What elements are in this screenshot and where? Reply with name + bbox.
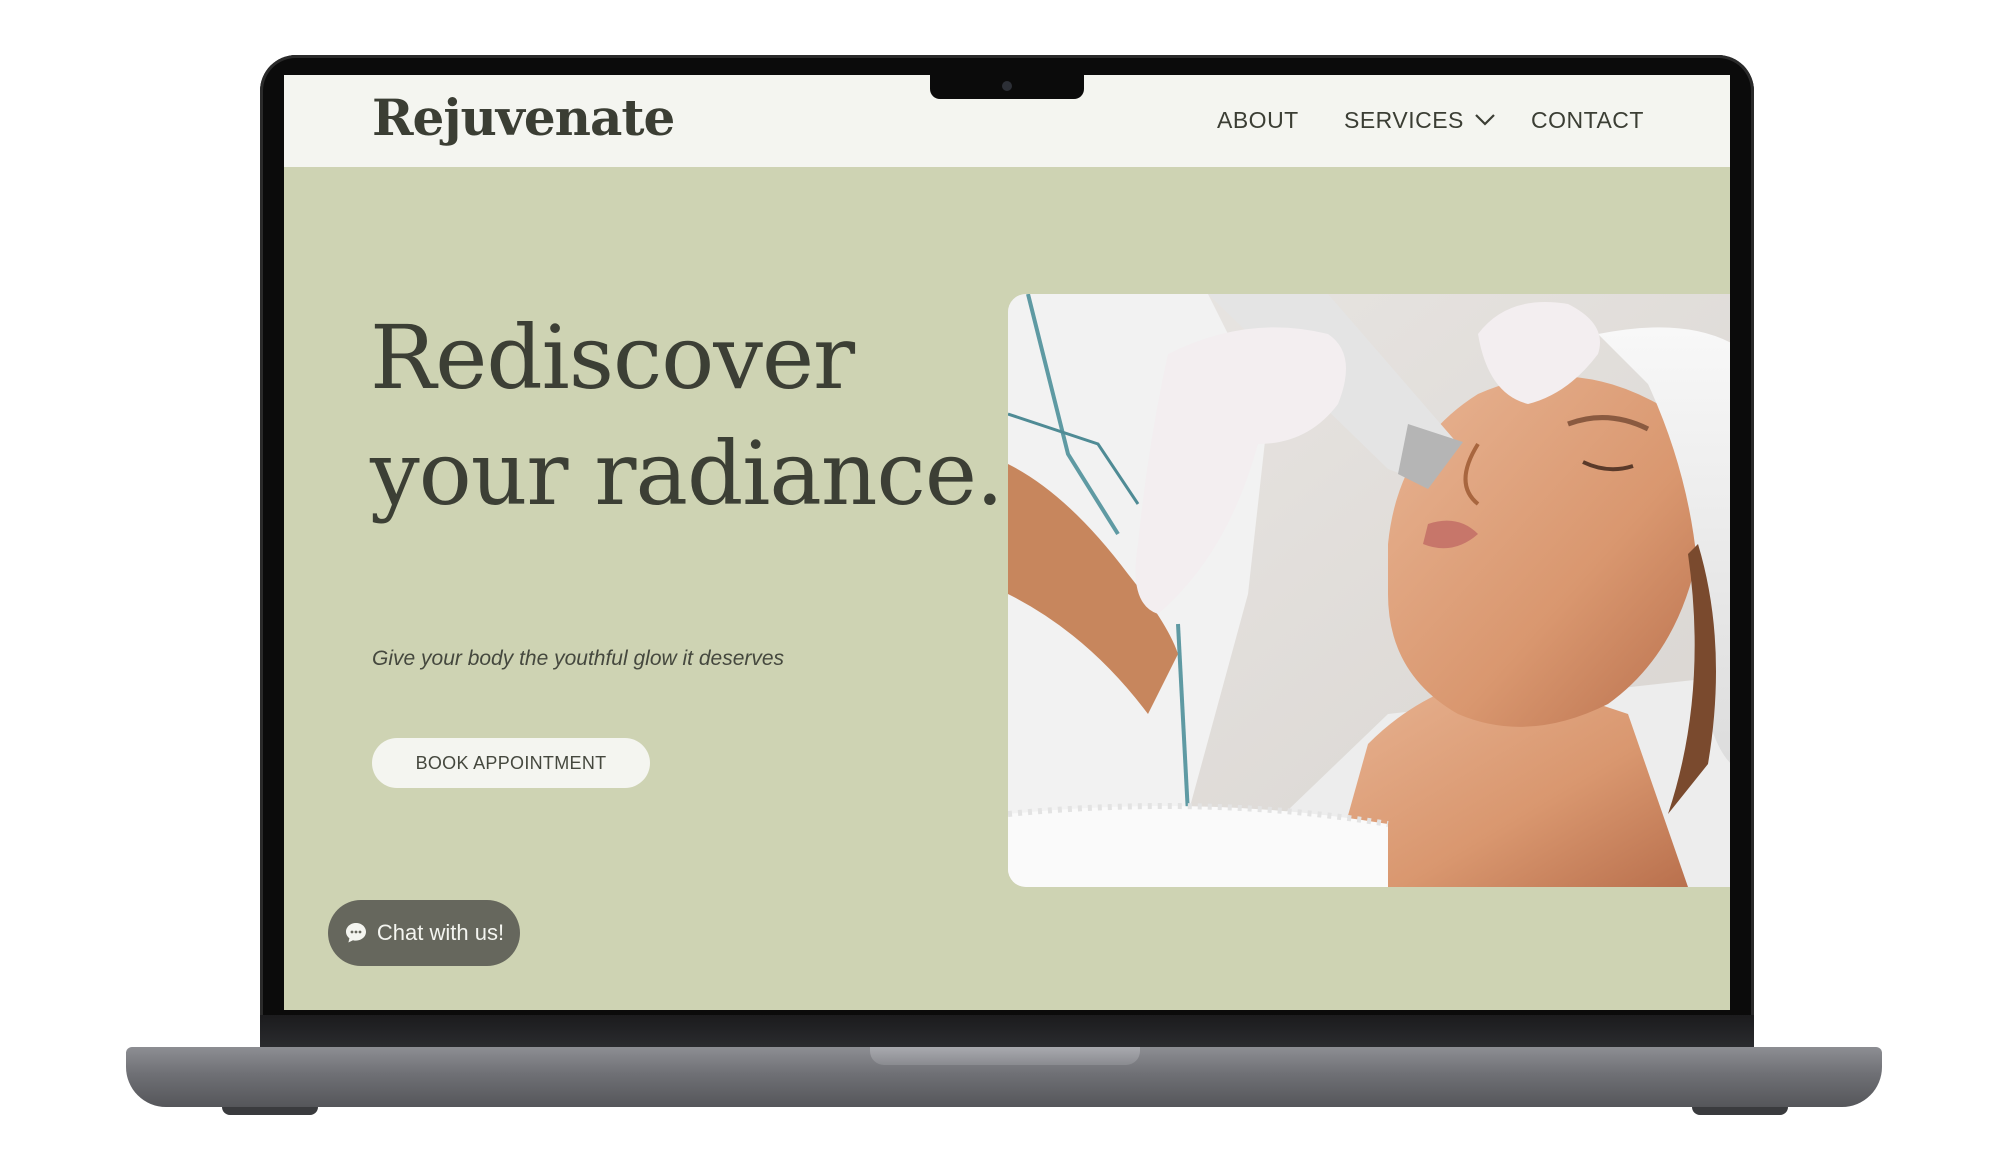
hero-title-line-1: Rediscover [370, 306, 855, 409]
chat-bubble-icon [345, 923, 366, 943]
website-screen: Rejuvenate ABOUT SERVICES CONTACT Redisc… [284, 75, 1730, 1010]
laptop-foot-right [1692, 1107, 1788, 1115]
book-appointment-button[interactable]: BOOK APPOINTMENT [372, 738, 650, 788]
laptop-foot-left [222, 1107, 318, 1115]
chat-button-label: Chat with us! [376, 920, 505, 945]
hero-photo-illustration [1008, 294, 1730, 887]
main-nav: ABOUT SERVICES CONTACT [284, 107, 1730, 139]
nav-services-label: SERVICES [1344, 107, 1464, 133]
chat-with-us-button[interactable]: Chat with us! [328, 900, 520, 966]
hero-photo-facial-treatment [1008, 294, 1730, 887]
laptop-hinge [260, 1015, 1754, 1047]
laptop-base [126, 1047, 1882, 1107]
hero-subtitle: Give your body the youthful glow it dese… [372, 647, 785, 670]
camera-icon [1002, 81, 1012, 91]
camera-notch [930, 75, 1084, 99]
trackpad-notch [870, 1047, 1140, 1065]
nav-contact-link[interactable]: CONTACT [1531, 107, 1644, 134]
hero-title: Rediscover your radiance. [370, 300, 1004, 532]
laptop-mockup: Rejuvenate ABOUT SERVICES CONTACT Redisc… [0, 0, 2009, 1170]
nav-about-link[interactable]: ABOUT [1217, 107, 1299, 134]
chevron-down-icon [1475, 114, 1495, 126]
nav-services-link[interactable]: SERVICES [1344, 107, 1496, 134]
hero-title-line-2: your radiance. [370, 422, 1004, 525]
